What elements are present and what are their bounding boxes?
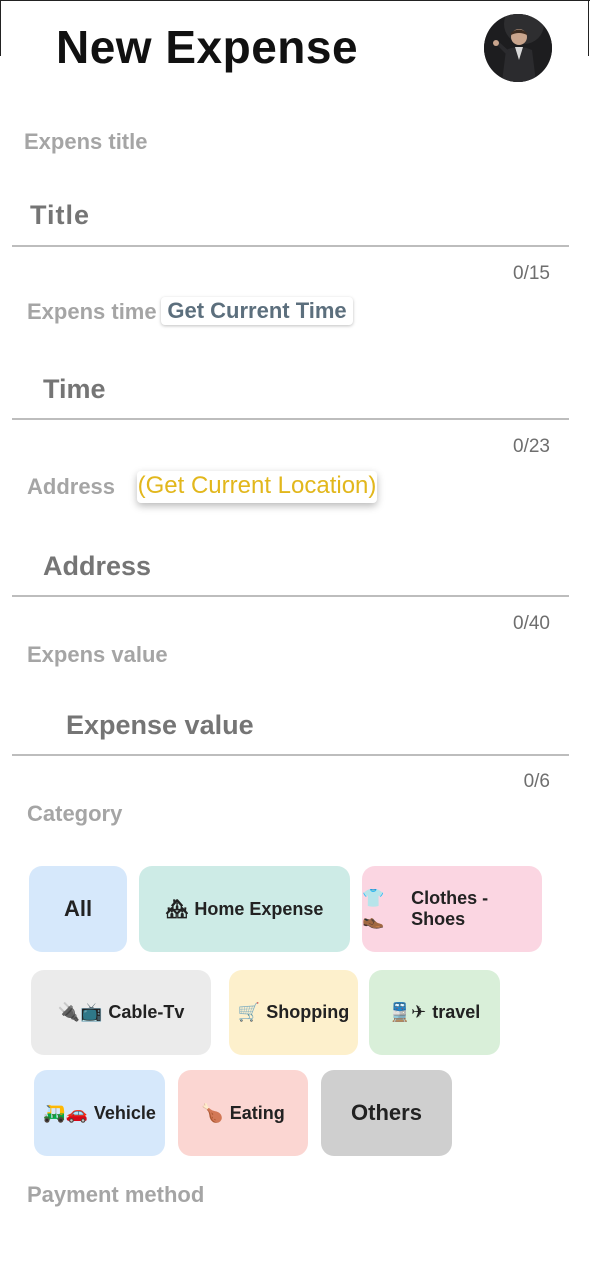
time-underline [12,418,569,420]
title-underline [12,245,569,247]
train-plane-icon: 🚆✈ [388,1002,427,1022]
category-chip-others[interactable]: Others [321,1070,452,1156]
category-chip-all[interactable]: All [29,866,127,952]
chip-label: Clothes - Shoes [411,888,489,929]
chip-label: Home Expense [194,898,324,919]
plug-tv-icon: 🔌📺 [57,1002,103,1022]
chip-label: Eating [229,1102,285,1123]
cart-icon: 🛒 [237,1002,261,1022]
get-current-time-button[interactable]: Get Current Time [161,297,353,325]
chip-label: Others [351,1100,422,1125]
expense-value-input[interactable] [66,710,546,741]
time-label: Expens time [27,299,157,324]
value-label: Expens value [27,642,168,667]
chip-label: Vehicle [93,1102,156,1123]
rickshaw-car-icon: 🛺🚗 [43,1102,88,1123]
address-counter: 0/40 [513,613,550,634]
title-counter: 0/15 [513,263,550,284]
page-title: New Expense [56,21,359,73]
drumstick-icon: 🍗 [201,1102,224,1123]
top-border [0,0,590,1]
address-underline [12,595,569,597]
chip-label: All [63,896,93,921]
chip-label: Shopping [266,1002,350,1022]
title-input[interactable] [30,200,550,231]
category-chip-vehicle[interactable]: 🛺🚗 Vehicle [34,1070,165,1156]
left-border [0,0,1,56]
home-icon: 🏘 [165,898,189,919]
right-border [588,0,589,56]
value-underline [12,754,569,756]
address-input[interactable] [43,551,543,582]
title-label: Expens title [24,129,148,154]
category-chip-shopping[interactable]: 🛒 Shopping [229,970,358,1055]
avatar-photo-icon [484,14,552,82]
time-counter: 0/23 [513,436,550,457]
category-chip-clothes-shoes[interactable]: 👕👞 Clothes - Shoes [362,866,542,952]
chip-label: travel [432,1002,481,1022]
user-avatar[interactable] [484,14,552,82]
chip-label: Cable-Tv [108,1002,185,1022]
value-counter: 0/6 [523,771,550,792]
category-chip-home-expense[interactable]: 🏘 Home Expense [139,866,350,952]
clothes-shoes-icon: 👕👞 [362,888,385,929]
address-label: Address [27,474,116,499]
category-chip-travel[interactable]: 🚆✈ travel [369,970,500,1055]
time-input[interactable] [43,374,543,405]
category-label: Category [27,801,123,826]
category-chip-eating[interactable]: 🍗 Eating [178,1070,308,1156]
get-current-location-button[interactable]: (Get Current Location) [137,471,377,503]
payment-method-label: Payment method [27,1182,205,1207]
category-chip-cable-tv[interactable]: 🔌📺 Cable-Tv [31,970,211,1055]
